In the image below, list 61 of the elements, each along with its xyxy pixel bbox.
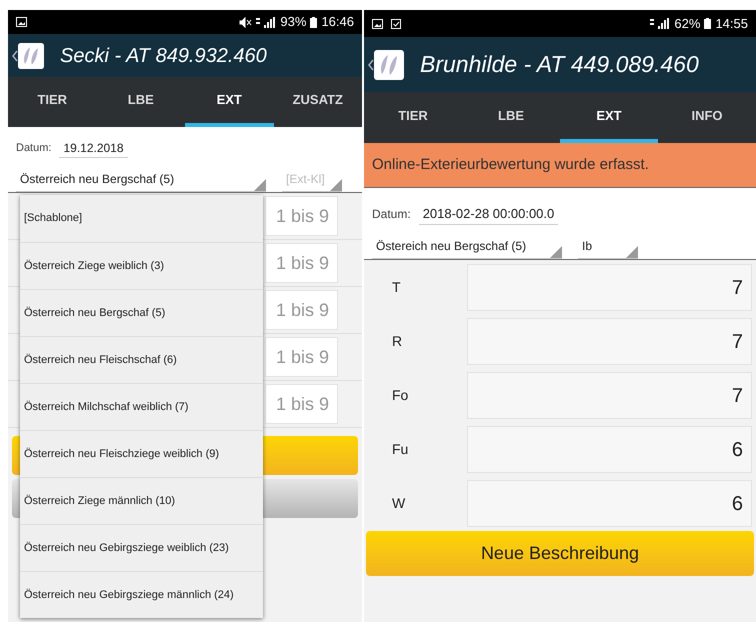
trait-label: T (391, 278, 402, 296)
dropdown-option[interactable]: Österreich neu Gebirgsziege männlich (24) (20, 571, 263, 618)
date-label: Datum: (16, 141, 52, 156)
trait-label: W (391, 494, 406, 512)
hoof-print-icon (18, 42, 44, 68)
dropdown-corner-icon (550, 246, 562, 258)
tab[interactable]: LBE (96, 77, 185, 127)
window-title: Brunhilde - AT 449.089.460 (420, 50, 699, 80)
date-field[interactable]: 2018-02-28 00:00:00.0 (418, 204, 558, 224)
trait-label: Fo (391, 386, 410, 404)
trait-label: R (391, 332, 404, 350)
window-title: Secki - AT 849.932.460 (60, 44, 267, 68)
dropdown-option[interactable]: Österreich Ziege männlich (10) (20, 477, 263, 524)
dropdown-select[interactable]: Östereich neu Bergschaf (5) (372, 236, 562, 258)
score-field[interactable]: 7 (467, 318, 752, 364)
score-field[interactable]: 6 (467, 480, 752, 526)
primary-button[interactable]: Neue Beschreibung (366, 530, 754, 576)
tab[interactable]: LBE (462, 92, 560, 143)
score-input[interactable]: 1 bis 9 (265, 337, 338, 377)
date-label: Datum: (372, 206, 411, 224)
hoof-print-icon (374, 50, 404, 80)
dropdown-option[interactable]: Österreich neu Gebirgsziege weiblich (23) (20, 524, 263, 571)
dropdown-option[interactable]: Österreich neu Fleischziege weiblich (9) (20, 430, 263, 477)
clock-time: 14:55 (715, 14, 748, 33)
battery-percent: 62% (674, 14, 700, 33)
dropdown-option[interactable]: Österreich neu Fleischschaf (6) (20, 336, 263, 383)
tab[interactable]: INFO (658, 92, 756, 143)
dropdown-option[interactable]: Österreich neu Bergschaf (5) (20, 289, 263, 336)
image-icon (372, 18, 383, 28)
clock-time: 16:46 (321, 13, 354, 32)
tab[interactable]: TIER (8, 77, 96, 127)
checkbox-icon (391, 18, 401, 28)
dropdown-corner-icon (330, 179, 342, 191)
dropdown-select[interactable]: Österreich neu Bergschaf (5) (16, 170, 266, 192)
dropdown-select[interactable]: Ib (578, 236, 638, 258)
battery-icon (310, 16, 318, 28)
score-input[interactable]: 1 bis 9 (265, 384, 338, 424)
battery-percent: 93% (280, 13, 306, 32)
battery-icon (704, 18, 712, 29)
back-chevron-icon[interactable] (368, 58, 374, 70)
dropdown-option[interactable]: [Schablone] (20, 195, 263, 242)
back-chevron-icon[interactable] (12, 50, 18, 62)
score-field[interactable]: 7 (467, 264, 752, 310)
dropdown-corner-icon (254, 179, 266, 191)
dropdown-corner-icon (626, 246, 638, 258)
trait-label: Fu (391, 440, 410, 458)
score-field[interactable]: 6 (467, 426, 752, 472)
score-input[interactable]: 1 bis 9 (265, 290, 338, 330)
score-field[interactable]: 7 (467, 372, 752, 418)
tab[interactable]: TIER (364, 92, 462, 143)
dropdown-option[interactable]: Österreich Milchschaf weiblich (7) (20, 383, 263, 430)
date-field[interactable]: 19.12.2018 (59, 139, 128, 158)
mute-icon (239, 16, 252, 28)
signal-icon (256, 16, 276, 28)
score-input[interactable]: 1 bis 9 (265, 196, 338, 236)
image-icon (16, 17, 27, 27)
signal-icon (650, 18, 670, 29)
tab[interactable]: ZUSATZ (274, 77, 362, 127)
success-banner: Online-Exterieurbewertung wurde erfasst. (364, 143, 756, 188)
score-input[interactable]: 1 bis 9 (265, 243, 338, 283)
dropdown-option[interactable]: Österreich Ziege weiblich (3) (20, 242, 263, 289)
